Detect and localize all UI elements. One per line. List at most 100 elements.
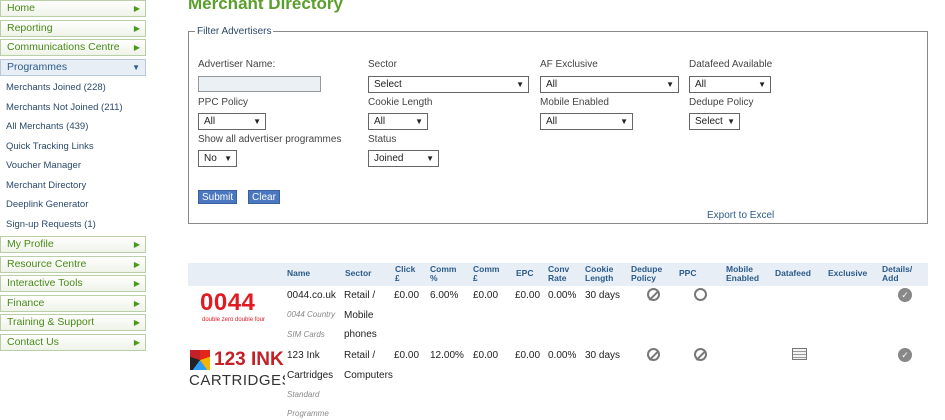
col-comm-gbp[interactable]: Comm £ [473,265,499,283]
nav-communications-centre[interactable]: Communications Centre ▶ [0,39,146,56]
nav-quick-tracking-links[interactable]: Quick Tracking Links [0,137,146,157]
merchant-subtitle: Programme [287,409,329,418]
col-comm-pct[interactable]: Comm% [430,265,456,283]
col-mobile-line2: Enabled [726,273,760,283]
nav-reporting[interactable]: Reporting ▶ [0,19,146,37]
nav-contact-us-label: Contact Us [7,335,59,348]
col-conv-rate[interactable]: Conv Rate [548,265,569,283]
chevron-right-icon: ▶ [133,23,140,33]
nav-communications-label: Communications Centre [7,41,120,53]
sector-line: Retail / [344,350,376,361]
nav-merchant-directory[interactable]: Merchant Directory [0,176,146,196]
nav-all-merchants[interactable]: All Merchants (439) [0,117,146,137]
nav-finance-label: Finance [7,296,45,309]
show-all-value: No [204,153,217,164]
nav-home[interactable]: Home ▶ [0,0,146,17]
mobile-enabled-select[interactable]: All ▼ [540,113,633,130]
col-ppc[interactable]: PPC [679,269,696,278]
show-all-select[interactable]: No ▼ [198,150,237,167]
nav-contact-us[interactable]: Contact Us ▶ [0,333,146,351]
submit-button[interactable]: Submit [198,190,238,204]
col-dedupe-policy[interactable]: Dedupe Policy [631,265,662,283]
nav-voucher-manager[interactable]: Voucher Manager [0,156,146,176]
col-sector[interactable]: Sector [345,269,371,278]
advertiser-name-input[interactable] [198,76,321,92]
nav-merchants-joined[interactable]: Merchants Joined (228) [0,78,146,98]
status-select[interactable]: Joined ▼ [368,150,439,167]
export-to-excel-link[interactable]: Export to Excel [707,210,774,221]
dedupe-value: Select [695,116,723,127]
cookie-length-value: 30 days [585,350,621,361]
datafeed-value: All [695,79,707,90]
nav-reporting-label: Reporting [7,21,53,34]
dropdown-arrow-icon: ▼ [666,80,674,89]
nav-programmes[interactable]: Programmes ▼ [0,58,146,76]
comm-pct-value: 12.00% [430,350,464,361]
logo-mark-icon [190,350,210,370]
dropdown-arrow-icon: ▼ [516,80,524,89]
col-comm-pct-line2: % [430,273,438,283]
col-details-add[interactable]: Details/Add [882,265,912,283]
epc-value: £0.00 [515,290,541,301]
col-cookie-length[interactable]: Cookie Length [585,265,613,283]
sidebar: Home ▶ Reporting ▶ Communications Centre ▶ … [0,0,146,353]
mobile-value: All [546,116,558,127]
sector-select[interactable]: Select ▼ [368,76,529,93]
datafeed-available-select[interactable]: All ▼ [689,76,771,93]
nav-merchants-not-joined[interactable]: Merchants Not Joined (211) [0,98,146,118]
col-dedupe-line2: Policy [631,273,657,283]
col-epc[interactable]: EPC [516,269,533,278]
nav-resource-centre[interactable]: Resource Centre ▶ [0,255,146,273]
col-name[interactable]: Name [287,269,310,278]
dedupe-policy-select[interactable]: Select ▼ [689,113,740,130]
col-mobile-enabled[interactable]: Mobile Enabled [726,265,759,283]
merchant-name-link[interactable]: 0044.co.uk [287,290,336,301]
merchant-logo-123-ink[interactable]: 123 INK CARTRIDGES [188,347,285,395]
ppc-policy-select[interactable]: All ▼ [198,113,266,130]
logo-123-text: 123 INK [214,349,284,371]
status-value: Joined [374,153,404,164]
chevron-right-icon: ▶ [133,43,140,52]
check-icon[interactable]: ✓ [898,348,912,362]
conv-rate-value: 0.00% [548,290,577,301]
col-exclusive[interactable]: Exclusive [828,269,867,278]
datafeed-icon[interactable] [792,348,807,360]
advertiser-name-label: Advertiser Name: [198,59,276,70]
logo-123-cartridges: CARTRIDGES [189,372,285,389]
page-title: Merchant Directory [188,0,343,13]
col-click[interactable]: Click £ [395,265,415,283]
check-icon[interactable]: ✓ [898,288,912,302]
logo-0044-digits: 0044 [200,289,256,316]
nav-deeplink-generator[interactable]: Deeplink Generator [0,195,146,215]
no-entry-icon [647,288,660,301]
nav-interactive-tools[interactable]: Interactive Tools ▶ [0,275,146,292]
dropdown-arrow-icon: ▼ [415,117,423,126]
conv-rate-value: 0.00% [548,350,577,361]
nav-interactive-tools-label: Interactive Tools [7,277,83,289]
merchant-logo-0044[interactable]: 0044 double zero double four [188,287,284,345]
programmes-submenu: Merchants Joined (228) Merchants Not Joi… [0,78,146,234]
merchant-name-link-line2[interactable]: Cartridges [287,370,333,381]
merchant-name-link[interactable]: 123 Ink [287,350,320,361]
merchant-subtitle: 0044 Country [287,310,336,319]
no-entry-icon [694,348,707,361]
nav-training-support[interactable]: Training & Support ▶ [0,314,146,331]
show-all-label: Show all advertiser programmes [198,134,342,145]
af-exclusive-select[interactable]: All ▼ [540,76,679,93]
nav-programmes-label: Programmes [7,60,68,73]
nav-training-support-label: Training & Support [7,316,95,328]
nav-my-profile[interactable]: My Profile ▶ [0,236,146,253]
table-header: Name Sector Click £ Comm% Comm £ EPC Conv R… [188,263,928,286]
nav-finance[interactable]: Finance ▶ [0,294,146,312]
cookie-length-select[interactable]: All ▼ [368,113,428,130]
clear-button[interactable]: Clear [248,190,280,204]
nav-resource-centre-label: Resource Centre [7,257,87,270]
click-value: £0.00 [394,350,420,361]
dropdown-arrow-icon: ▼ [620,117,628,126]
col-datafeed[interactable]: Datafeed [775,269,811,278]
nav-signup-requests[interactable]: Sign-up Requests (1) [0,215,146,235]
epc-value: £0.00 [515,350,541,361]
chevron-right-icon: ▶ [133,240,140,249]
dropdown-arrow-icon: ▼ [758,80,766,89]
col-comm-gbp-line2: £ [473,273,478,283]
